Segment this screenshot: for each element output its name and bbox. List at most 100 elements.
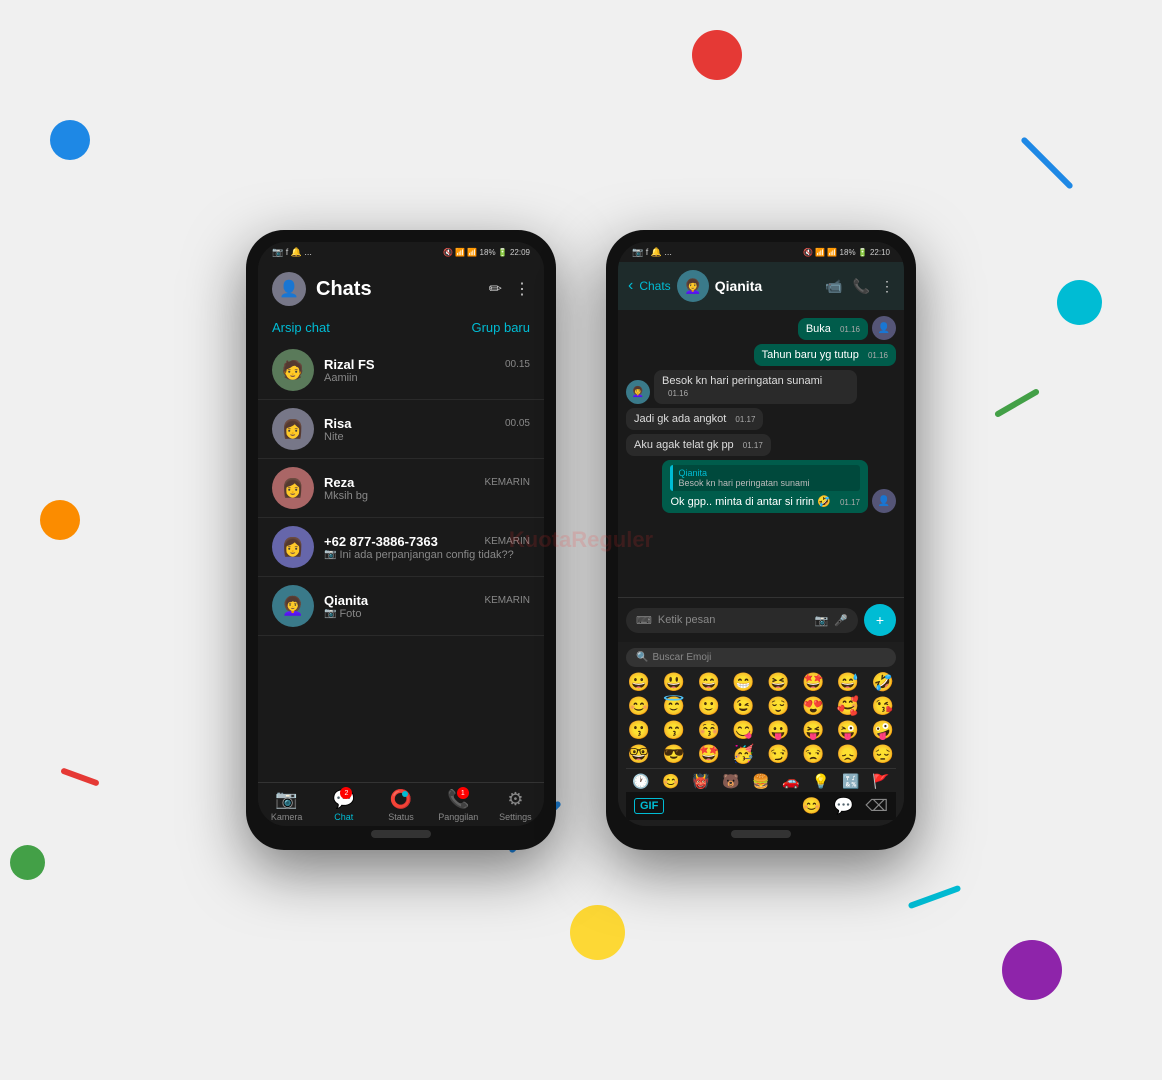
emoji-row-4: 🤓 😎 🤩 🥳 😏 😒 😞 😔 [626, 744, 896, 765]
send-button[interactable]: + [864, 604, 896, 636]
msg-row-besok: 👩‍🦱 Besok kn hari peringatan sunami 01.1… [626, 370, 896, 404]
emoji-smiling-hearts[interactable]: 🥰 [835, 696, 861, 717]
emoji-sunglasses[interactable]: 😎 [661, 744, 687, 765]
camera-in-input-icon[interactable]: 📷 [815, 614, 829, 627]
nav-chat[interactable]: 💬 2 Chat [315, 789, 372, 822]
chat-name-rizal: Rizal FS [324, 357, 375, 372]
voice-call-icon[interactable]: 📞 [853, 278, 870, 295]
msg-time: 01.16 [668, 389, 688, 398]
emoji-grin[interactable]: 😁 [731, 672, 757, 693]
phone2-home-btn[interactable] [731, 830, 791, 838]
emoji-unamused[interactable]: 😒 [800, 744, 826, 765]
camera-preview-icon: 📷 [324, 549, 336, 560]
cat-animals[interactable]: 🐻 [722, 773, 739, 790]
video-call-icon[interactable]: 📹 [825, 278, 842, 295]
msg-time: 01.16 [840, 325, 860, 334]
emoji-heart-eyes[interactable]: 😍 [800, 696, 826, 717]
emoji-relieved[interactable]: 😌 [765, 696, 791, 717]
input-area: ⌨ Ketik pesan 📷 🎤 + [618, 597, 904, 642]
emoji-partying[interactable]: 🥳 [731, 744, 757, 765]
cat-objects[interactable]: 💡 [812, 773, 829, 790]
emoji-slightly-smile[interactable]: 🙂 [696, 696, 722, 717]
chat-item-risa[interactable]: 👩 Risa 00.05 Nite [258, 400, 544, 459]
emoji-star-struck2[interactable]: 🤩 [696, 744, 722, 765]
emoji-kiss[interactable]: 😘 [870, 696, 896, 717]
phone1-home-btn[interactable] [371, 830, 431, 838]
cat-people[interactable]: 👹 [692, 773, 709, 790]
emoji-smile-icon[interactable]: 😊 [802, 796, 822, 816]
emoji-stuck-out-tongue[interactable]: 😛 [765, 720, 791, 741]
quoted-message: Qianita Besok kn hari peringatan sunami [670, 465, 860, 491]
message-input[interactable]: ⌨ Ketik pesan 📷 🎤 [626, 608, 858, 633]
back-button[interactable]: ‹ [628, 277, 633, 295]
cat-symbols[interactable]: 🔣 [842, 773, 859, 790]
conv-chats-back-label[interactable]: Chats [639, 279, 670, 293]
camera-preview-icon2: 📷 [324, 608, 336, 619]
emoji-search-box[interactable]: 🔍 Buscar Emoji [626, 648, 896, 667]
calls-nav-label: Panggilan [438, 812, 478, 822]
emoji-blush[interactable]: 😊 [626, 696, 652, 717]
conv-more-icon[interactable]: ⋮ [880, 278, 894, 295]
chats-title: Chats [316, 278, 489, 301]
msg-time-ok: 01.17 [840, 498, 860, 507]
chat-name-row-unknown: +62 877-3886-7363 KEMARIN [324, 534, 530, 549]
emoji-smiley[interactable]: 😃 [661, 672, 687, 693]
msg-ok: Qianita Besok kn hari peringatan sunami … [662, 460, 868, 513]
msg-row-ok: Qianita Besok kn hari peringatan sunami … [626, 460, 896, 513]
msg-buka: Buka 01.16 [798, 318, 868, 340]
phone2-status-bar: 📷 f 🔔 ... 🔇 📶 📶 18% 🔋 22:10 [618, 242, 904, 262]
cat-smileys[interactable]: 😊 [662, 773, 679, 790]
group-new-label[interactable]: Grup baru [471, 320, 530, 335]
emoji-sweat-smile[interactable]: 😅 [835, 672, 861, 693]
emoji-nerd[interactable]: 🤓 [626, 744, 652, 765]
emoji-smirk[interactable]: 😏 [765, 744, 791, 765]
emoji-tongue-closed-eyes[interactable]: 😝 [800, 720, 826, 741]
more-icon[interactable]: ⋮ [514, 279, 530, 299]
emoji-kissing-closed-eyes[interactable]: 😚 [696, 720, 722, 741]
emoji-pensive[interactable]: 😔 [870, 744, 896, 765]
emoji-backspace-icon[interactable]: ⌫ [865, 796, 888, 816]
camera-nav-icon: 📷 [275, 789, 297, 810]
emoji-row-3: 😗 😙 😚 😋 😛 😝 😜 🤪 [626, 720, 896, 741]
phones-container: 📷 f 🔔 ... 🔇 📶 📶 18% 🔋 22:09 👤 Chats ✏ ⋮ … [0, 0, 1162, 1080]
cat-food[interactable]: 🍔 [752, 773, 769, 790]
nav-camera[interactable]: 📷 Kamera [258, 789, 315, 822]
phone2-status-right: 🔇 📶 📶 18% 🔋 22:10 [803, 248, 890, 257]
nav-status[interactable]: ⭕ Status [372, 789, 429, 822]
emoji-category-row: 🕐 😊 👹 🐻 🍔 🚗 💡 🔣 🚩 [626, 768, 896, 792]
chat-item-rizal[interactable]: 🧑 Rizal FS 00.15 Aamiin [258, 341, 544, 400]
nav-settings[interactable]: ⚙ Settings [487, 789, 544, 822]
emoji-smile[interactable]: 😄 [696, 672, 722, 693]
emoji-zany[interactable]: 🤪 [870, 720, 896, 741]
calls-nav-badge: 1 [457, 787, 469, 799]
cat-flags[interactable]: 🚩 [872, 773, 889, 790]
emoji-tongue-wink[interactable]: 😜 [835, 720, 861, 741]
archive-label[interactable]: Arsip chat [272, 320, 330, 335]
emoji-innocent[interactable]: 😇 [661, 696, 687, 717]
emoji-yum[interactable]: 😋 [731, 720, 757, 741]
chat-item-reza[interactable]: 👩 Reza KEMARIN Mksih bg [258, 459, 544, 518]
chat-item-qianita[interactable]: 👩‍🦱 Qianita KEMARIN 📷 Foto [258, 577, 544, 636]
nav-calls[interactable]: 📞 1 Panggilan [430, 789, 487, 822]
emoji-disappointed[interactable]: 😞 [835, 744, 861, 765]
gif-button[interactable]: GIF [634, 798, 664, 814]
chat-item-unknown[interactable]: 👩 +62 877-3886-7363 KEMARIN 📷 Ini ada pe… [258, 518, 544, 577]
emoji-star-struck[interactable]: 🤩 [800, 672, 826, 693]
cat-travel[interactable]: 🚗 [782, 773, 799, 790]
emoji-laugh[interactable]: 😆 [765, 672, 791, 693]
chat-name-row-rizal: Rizal FS 00.15 [324, 357, 530, 372]
emoji-wink[interactable]: 😉 [731, 696, 757, 717]
chat-name-row-qianita: Qianita KEMARIN [324, 593, 530, 608]
emoji-rofl[interactable]: 🤣 [870, 672, 896, 693]
edit-icon[interactable]: ✏ [489, 279, 502, 299]
phone2: 📷 f 🔔 ... 🔇 📶 📶 18% 🔋 22:10 ‹ Chats 👩‍🦱 … [606, 230, 916, 850]
cat-recent[interactable]: 🕐 [632, 773, 649, 790]
emoji-sticker-icon[interactable]: 💬 [833, 796, 853, 816]
status-nav-label: Status [388, 812, 414, 822]
emoji-grinning[interactable]: 😀 [626, 672, 652, 693]
chat-info-risa: Risa 00.05 Nite [324, 416, 530, 443]
emoji-kissing-smile[interactable]: 😙 [661, 720, 687, 741]
msg-aku: Aku agak telat gk pp 01.17 [626, 434, 771, 456]
mic-icon[interactable]: 🎤 [834, 614, 848, 627]
emoji-kissing[interactable]: 😗 [626, 720, 652, 741]
